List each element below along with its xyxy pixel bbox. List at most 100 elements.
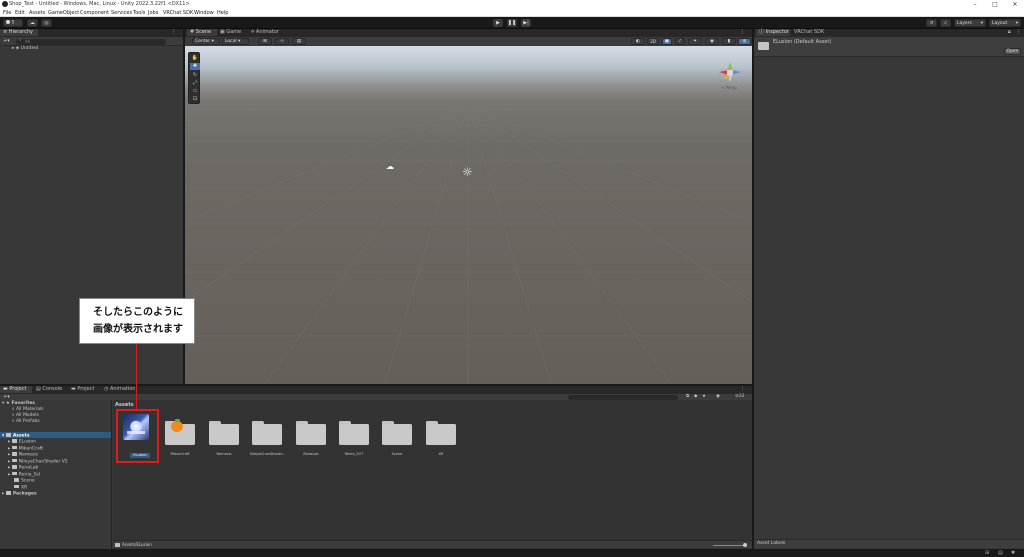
snap-button[interactable]: ⊞	[258, 38, 272, 45]
menu-tools[interactable]: Tools	[133, 10, 145, 16]
asset-item-reiria-sot[interactable]: Reiria_SOT	[337, 413, 371, 459]
history-button[interactable]: ↺	[926, 19, 937, 27]
tab-vrchat-sdk[interactable]: VRChat SDK	[791, 29, 831, 36]
folder-row[interactable]: ▸ ReiraLab	[8, 465, 38, 471]
hierarchy-search-input[interactable]: ⌕ All	[16, 38, 166, 45]
asset-item-nemesis[interactable]: Nemesis	[207, 413, 241, 459]
close-button[interactable]: ✕	[1008, 1, 1022, 8]
tab-inspector[interactable]: ⓘ Inspector	[756, 29, 790, 36]
menu-gameobject[interactable]: GameObject	[48, 10, 79, 16]
cloud-button[interactable]: ☁	[27, 19, 38, 27]
draw-mode-button[interactable]: ◐	[631, 38, 645, 45]
tab-hierarchy[interactable]: ≡ Hierarchy	[0, 29, 38, 36]
menu-component[interactable]: Component	[80, 10, 109, 16]
open-button[interactable]: Open	[1004, 48, 1021, 55]
panel-menu-icon[interactable]: ⋮	[1016, 30, 1021, 35]
project-search-input[interactable]	[568, 394, 678, 400]
tab-animation[interactable]: ◷ Animation	[101, 386, 139, 393]
maximize-button[interactable]: □	[988, 1, 1002, 8]
tab-scene[interactable]: # Scene	[187, 29, 217, 36]
visibility-icon[interactable]: ◉	[716, 394, 720, 400]
2d-toggle[interactable]: 2D	[647, 38, 659, 45]
zoom-slider-handle[interactable]	[743, 543, 747, 547]
hand-tool-icon[interactable]: ✋	[191, 55, 199, 61]
camera-dropdown[interactable]: ▮	[722, 38, 736, 45]
asset-item-scene[interactable]: Scene	[380, 413, 414, 459]
filter-label-icon[interactable]: ◆	[694, 394, 697, 400]
lighting-toggle[interactable]: ●	[662, 38, 672, 45]
menu-help[interactable]: Help	[217, 10, 228, 16]
menu-services[interactable]: Services	[111, 10, 132, 16]
menu-window[interactable]: Window	[194, 10, 214, 16]
favorite-item[interactable]: ⌕ All Prefabs	[12, 419, 40, 426]
menu-vrchat-sdk[interactable]: VRChat SDK	[163, 10, 193, 16]
asset-item-mikancraft[interactable]: MikanCraft	[163, 413, 197, 459]
menu-assets[interactable]: Assets	[29, 10, 45, 16]
breadcrumb[interactable]: Assets	[115, 403, 134, 408]
debug-icon[interactable]: ✱	[1011, 550, 1015, 556]
panel-menu-icon[interactable]: ⋮	[171, 30, 176, 35]
packages-header[interactable]: ▸ Packages	[2, 491, 37, 497]
rotate-tool-icon[interactable]: ↻	[191, 72, 199, 78]
grid-size-button[interactable]: ▤	[292, 38, 306, 45]
layers-dropdown[interactable]: Layers ▾	[954, 19, 986, 27]
tab-console[interactable]: ▤ Console	[33, 386, 67, 393]
space-dropdown[interactable]: Local ▾	[222, 38, 249, 45]
asset-path: Assets/ELusion	[115, 543, 152, 547]
folder-row[interactable]: Scene	[14, 478, 35, 484]
folder-icon	[11, 458, 17, 462]
folder-row[interactable]: ▸ NiloyaChanShader V2	[8, 458, 68, 465]
folder-row[interactable]: XR	[14, 484, 28, 491]
scale-tool-icon[interactable]: ⤢	[191, 80, 199, 86]
audio-toggle[interactable]: ♪	[675, 38, 685, 45]
create-button[interactable]: +▾	[3, 394, 10, 400]
step-button[interactable]: ▶|	[521, 19, 531, 27]
folder-icon	[339, 421, 369, 445]
asset-item-reiralab[interactable]: ReiraLab	[294, 413, 328, 459]
play-button[interactable]: ▶	[493, 19, 503, 27]
folder-label: XR	[21, 484, 28, 490]
filter-type-icon[interactable]: ⧉	[686, 394, 689, 400]
folder-row[interactable]: ▸ MikanCraft	[8, 445, 43, 452]
hidden-objects-button[interactable]: ◉	[705, 38, 719, 45]
collab-button[interactable]: ◎	[41, 19, 52, 27]
effects-dropdown[interactable]: ✦	[688, 38, 702, 45]
tab-game[interactable]: ▣ Game	[217, 29, 247, 36]
account-dropdown[interactable]: S	[3, 19, 23, 27]
menu-jobs[interactable]: Jobs	[148, 10, 158, 16]
move-tool-icon[interactable]: ✥	[190, 63, 200, 70]
menu-file[interactable]: File	[3, 10, 11, 16]
folder-icon	[14, 484, 19, 488]
folder-row[interactable]: ▸ Reiria_ScI	[8, 471, 40, 478]
panel-menu-icon[interactable]: ⋮	[740, 387, 745, 392]
gamepad-icon: ▣	[220, 29, 225, 35]
persp-label[interactable]: < Persp	[721, 86, 737, 90]
transform-tool-icon[interactable]: ⊡	[191, 96, 199, 102]
lock-icon[interactable]: 🔒︎	[1008, 30, 1011, 35]
panel-menu-icon[interactable]: ⋮	[740, 30, 745, 35]
folder-row[interactable]: ▸ ELusion	[8, 439, 36, 445]
gizmos-dropdown[interactable]: ◍	[738, 38, 751, 45]
rect-tool-icon[interactable]: ▭	[191, 88, 199, 94]
hidden-count[interactable]: ⊘32	[735, 394, 745, 400]
grid-button[interactable]: ⊹	[275, 38, 289, 45]
star-icon[interactable]: ★	[702, 394, 706, 400]
zoom-slider-track[interactable]	[713, 544, 745, 546]
minimize-button[interactable]: –	[968, 1, 982, 8]
pause-button[interactable]: ❚❚	[507, 19, 517, 27]
asset-item-xr[interactable]: XR	[424, 413, 458, 459]
tab-project-2[interactable]: ▬ Project	[68, 386, 100, 393]
pivot-dropdown[interactable]: Center ▾	[192, 38, 220, 45]
scene-row[interactable]: ▸ ◈ Untitled	[12, 46, 38, 53]
scene-viewport[interactable]: ✋ ✥ ↻ ⤢ ▭ ⊡ < Persp ☁ ☼	[185, 46, 752, 384]
asset-item-niloyachanshader[interactable]: NiloyaChanShader...	[250, 413, 285, 459]
folder-row[interactable]: ▸ Nemesis	[8, 452, 38, 458]
cache-icon[interactable]: ▤	[998, 550, 1003, 556]
network-icon[interactable]: ⊞	[985, 550, 989, 556]
search-button[interactable]: ⌕	[940, 19, 951, 27]
add-button[interactable]: +▾	[3, 39, 10, 44]
tab-animator[interactable]: ⟡ Animator	[248, 29, 288, 36]
tab-project[interactable]: ▬ Project	[0, 386, 32, 393]
menu-edit[interactable]: Edit	[15, 10, 25, 16]
layout-dropdown[interactable]: Layout ▾	[989, 19, 1021, 27]
